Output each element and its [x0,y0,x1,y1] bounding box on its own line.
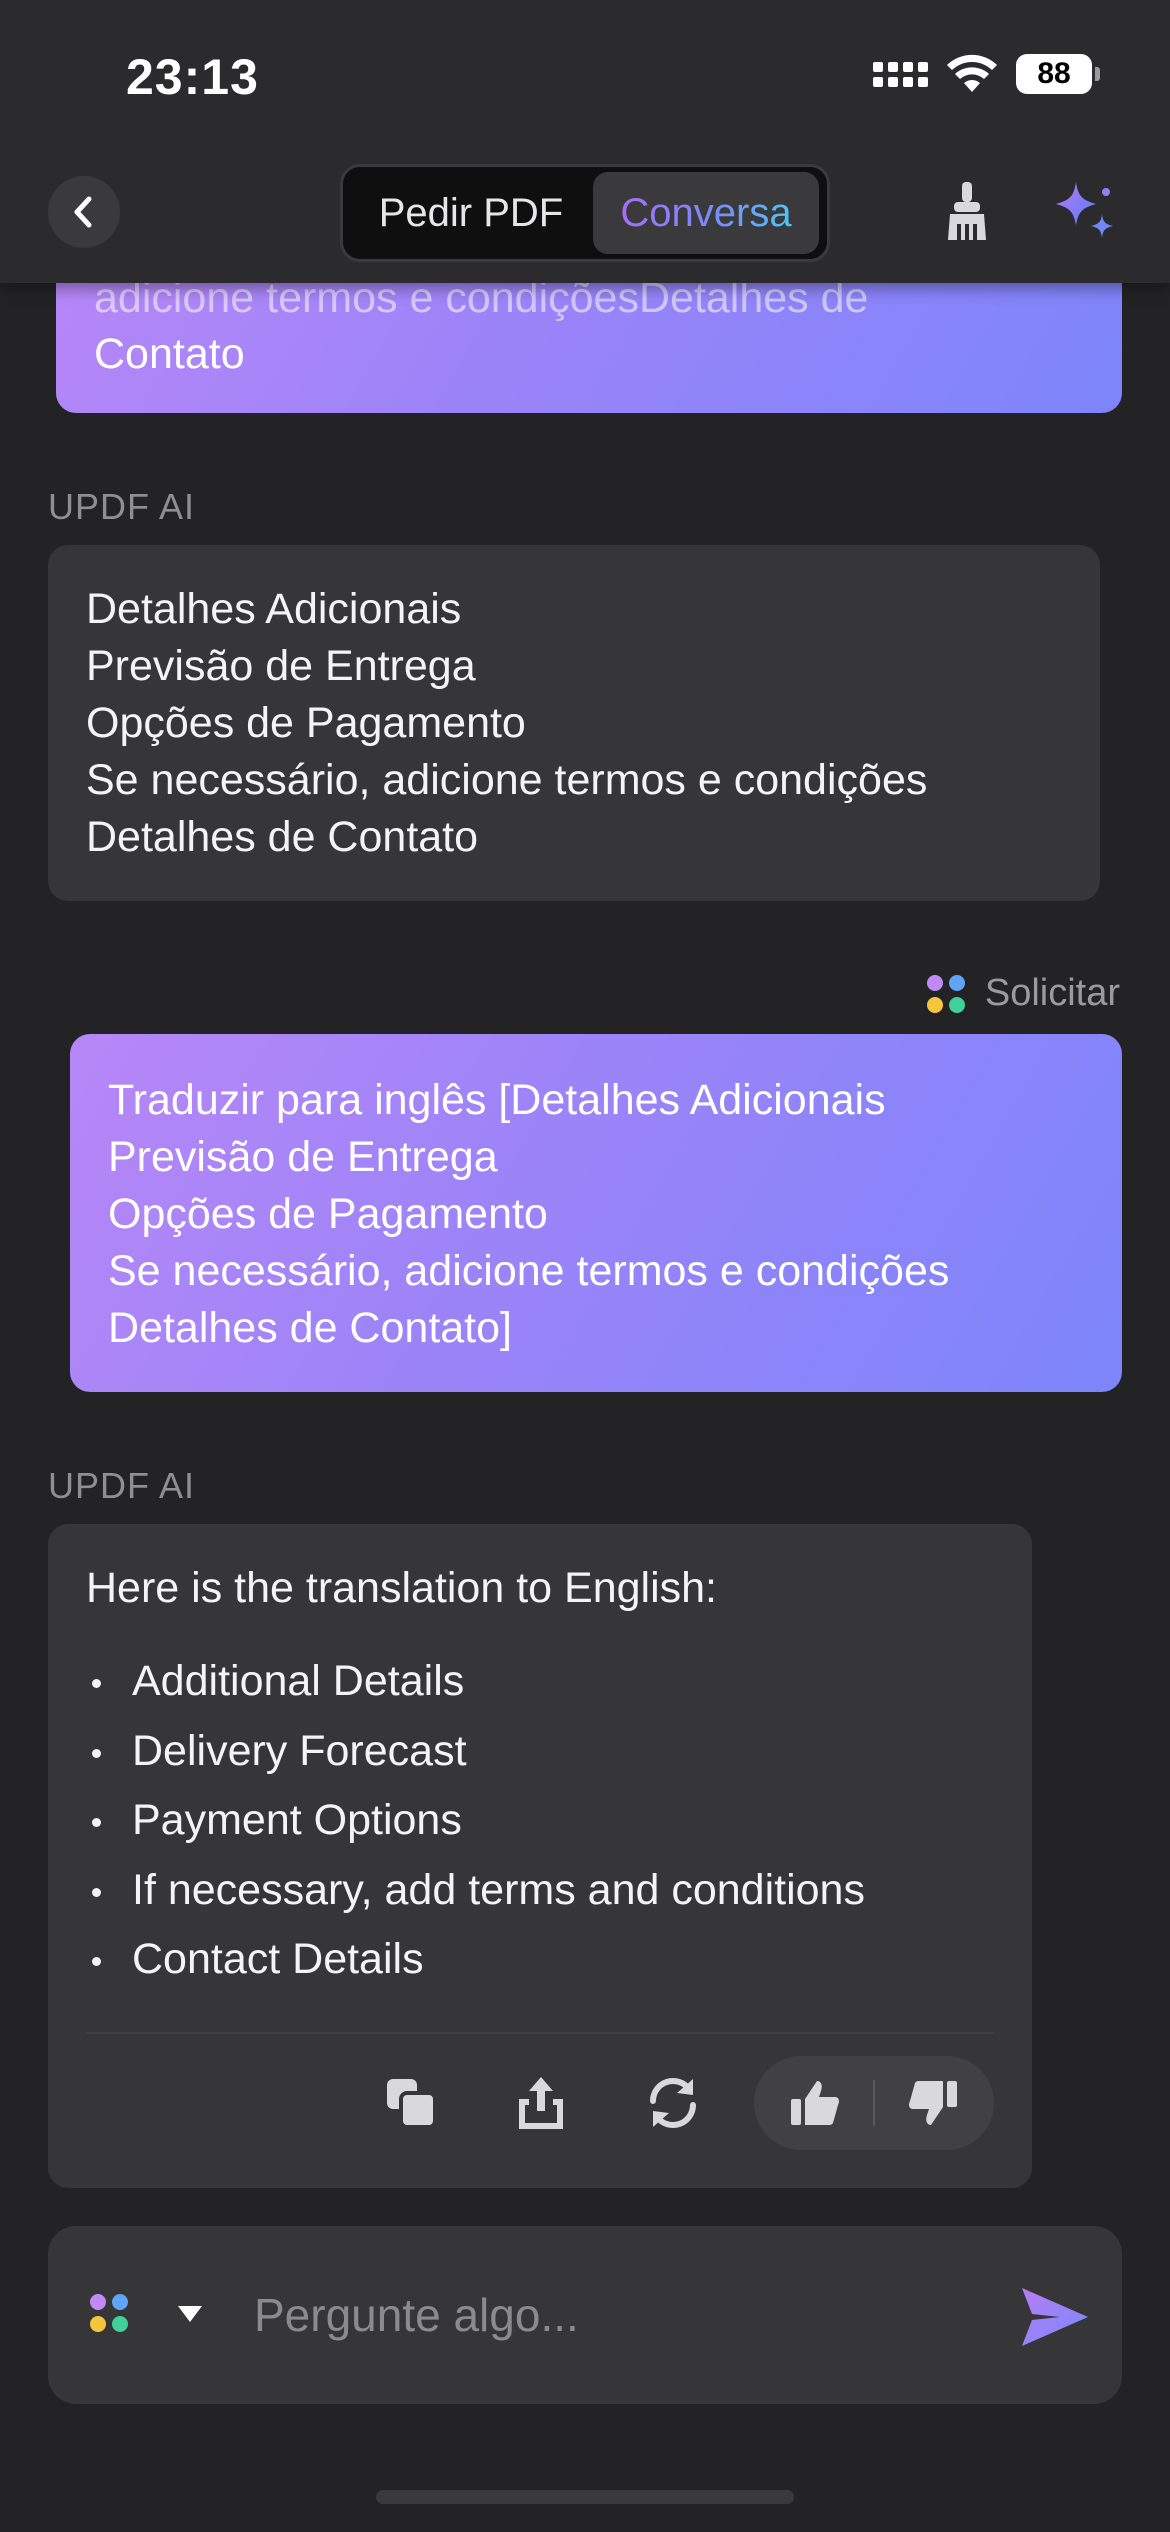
list-item: Contact Details [86,1925,994,1995]
share-button[interactable] [508,2070,574,2136]
list-item: Additional Details [86,1647,994,1717]
dislike-button[interactable] [898,2068,968,2138]
message-composer [48,2226,1122,2404]
thumbs-down-icon [909,2081,958,2125]
like-button[interactable] [780,2068,850,2138]
app-header: 23:13 88 Pedir PDF Conversa [0,0,1170,283]
prompt-menu-icon[interactable] [90,2294,128,2332]
thumbs-up-icon [790,2081,839,2125]
message-line: Se necessário, adicione termos e condiçõ… [86,756,928,804]
battery-icon: 88 [1016,54,1100,94]
status-indicators: 88 [873,54,1100,94]
clear-chat-button[interactable] [940,180,994,244]
user-message-bubble: Traduzir para inglês [Detalhes Adicionai… [70,1034,1122,1392]
share-icon [519,2077,563,2129]
list-item: Delivery Forecast [86,1717,994,1787]
message-line: Se necessário, adicione termos e condiçõ… [108,1247,950,1295]
copy-icon [387,2079,437,2129]
message-line: Detalhes de Contato] [108,1304,512,1352]
prompt-tag: Solicitar [926,972,1120,1015]
sparkles-icon [1056,182,1113,238]
send-button[interactable] [1020,2284,1090,2350]
message-line: Traduzir para inglês [Detalhes Adicionai… [108,1076,886,1124]
mode-segmented-control: Pedir PDF Conversa [340,164,830,262]
chevron-left-icon [74,196,92,228]
message-line: Contato [94,330,245,378]
ai-sender-label: UPDF AI [48,486,196,527]
ai-message-bubble: Detalhes Adicionais Previsão de Entrega … [48,545,1100,901]
prompt-tag-label: Solicitar [984,972,1120,1014]
wifi-icon [947,54,997,92]
ai-message-bubble: Here is the translation to English: Addi… [48,1524,1032,2188]
list-item: Payment Options [86,1786,994,1856]
copy-button[interactable] [378,2070,444,2136]
message-line: Previsão de Entrega [108,1133,498,1181]
translation-list: Additional Details Delivery Forecast Pay… [86,1647,994,1995]
message-line: Detalhes de Contato [86,813,479,861]
prompt-dots-icon [926,974,965,1013]
message-actions [48,2056,1032,2150]
battery-level: 88 [1037,57,1071,90]
tab-conversa-label: Conversa [620,190,792,235]
ai-assistant-button[interactable] [1052,180,1118,246]
regenerate-button[interactable] [640,2070,706,2136]
ask-input[interactable] [254,2272,1014,2358]
feedback-group [754,2056,994,2150]
list-item: If necessary, add terms and conditions [86,1856,994,1926]
message-line: Previsão de Entrega [86,642,476,690]
message-line: Opções de Pagamento [86,699,526,747]
status-time: 23:13 [126,49,259,105]
home-indicator [376,2490,794,2504]
tab-conversa[interactable]: Conversa [593,172,819,254]
broom-icon [948,182,986,240]
back-button[interactable] [48,176,120,248]
tab-pedir-pdf[interactable]: Pedir PDF [349,172,593,254]
message-line: Detalhes Adicionais [86,585,462,633]
caret-down-icon[interactable] [178,2306,202,2322]
actions-divider [86,2032,994,2034]
ai-sender-label: UPDF AI [48,1465,196,1506]
cellular-signal-icon [873,61,928,87]
refresh-icon [650,2078,696,2128]
feedback-separator [872,2080,875,2126]
message-line: Opções de Pagamento [108,1190,548,1238]
send-icon [1022,2288,1088,2346]
message-intro: Here is the translation to English: [86,1564,717,1612]
